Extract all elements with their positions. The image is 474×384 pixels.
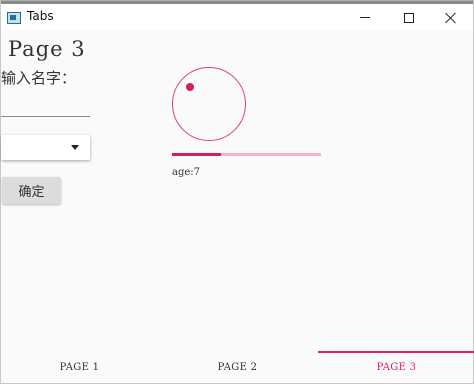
name-label: 输入名字： [1,69,77,87]
progress-bar-fill [172,153,222,156]
age-dropdown[interactable] [1,135,90,160]
tab-page-2[interactable]: PAGE 2 [159,351,316,383]
maximize-icon [404,12,414,23]
minimize-button[interactable] [343,4,387,31]
circle-pad[interactable] [172,67,246,141]
tab-page-1[interactable]: PAGE 1 [1,351,158,383]
caret-down-icon [71,145,79,150]
minimize-icon [360,17,370,18]
app-window: Tabs Page 3 输入名字： 确定 age:7 PAGE 1 PAGE 2… [0,0,474,384]
close-icon [445,12,457,24]
title-bar[interactable]: Tabs [1,1,473,31]
app-icon [7,12,21,24]
age-text: age:7 [172,167,201,178]
circle-pad-knob[interactable] [186,83,194,91]
ok-button[interactable]: 确定 [2,177,61,204]
progress-bar [172,153,321,156]
close-button[interactable] [429,4,473,31]
tab-page-3[interactable]: PAGE 3 [318,351,474,383]
window-title: Tabs [27,9,54,23]
maximize-button[interactable] [387,4,431,31]
page-title: Page 3 [8,37,86,61]
name-input[interactable] [1,91,90,117]
bottom-tab-bar: PAGE 1 PAGE 2 PAGE 3 [1,351,474,383]
